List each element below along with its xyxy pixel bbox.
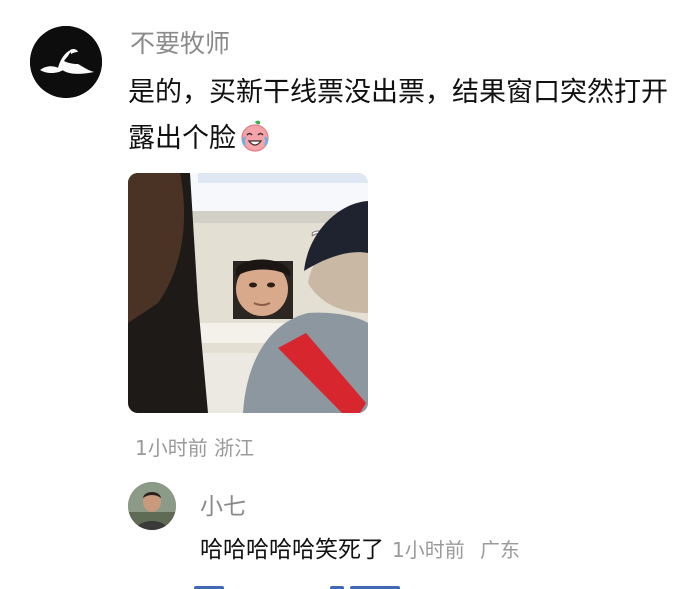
- comment-meta: 1小时前 浙江: [135, 436, 255, 460]
- photo-ticket-window-face: ?: [128, 173, 368, 413]
- reply-text: 哈哈哈哈哈笑死了: [200, 537, 384, 563]
- comment-username[interactable]: 不要牧师: [130, 24, 230, 60]
- swan-logo-icon: [30, 26, 102, 98]
- reply-body: 哈哈哈哈哈笑死了 1小时前 广东: [200, 530, 520, 564]
- person-avatar-icon: [128, 482, 176, 530]
- reply-username[interactable]: 小七: [200, 487, 246, 521]
- crying-laughing-emoji-icon: [238, 119, 272, 153]
- user-avatar[interactable]: [30, 26, 102, 98]
- next-row-partial: [190, 578, 420, 589]
- reply-time: 1小时前: [392, 538, 465, 562]
- comment-text: 是的，买新干线票没出票，结果窗口突然打开露出个脸: [128, 77, 668, 154]
- reply-location: 广东: [480, 538, 521, 562]
- comment-photo[interactable]: ?: [128, 173, 368, 413]
- comment-body: 是的，买新干线票没出票，结果窗口突然打开露出个脸: [128, 70, 673, 162]
- reply-avatar[interactable]: [128, 482, 176, 530]
